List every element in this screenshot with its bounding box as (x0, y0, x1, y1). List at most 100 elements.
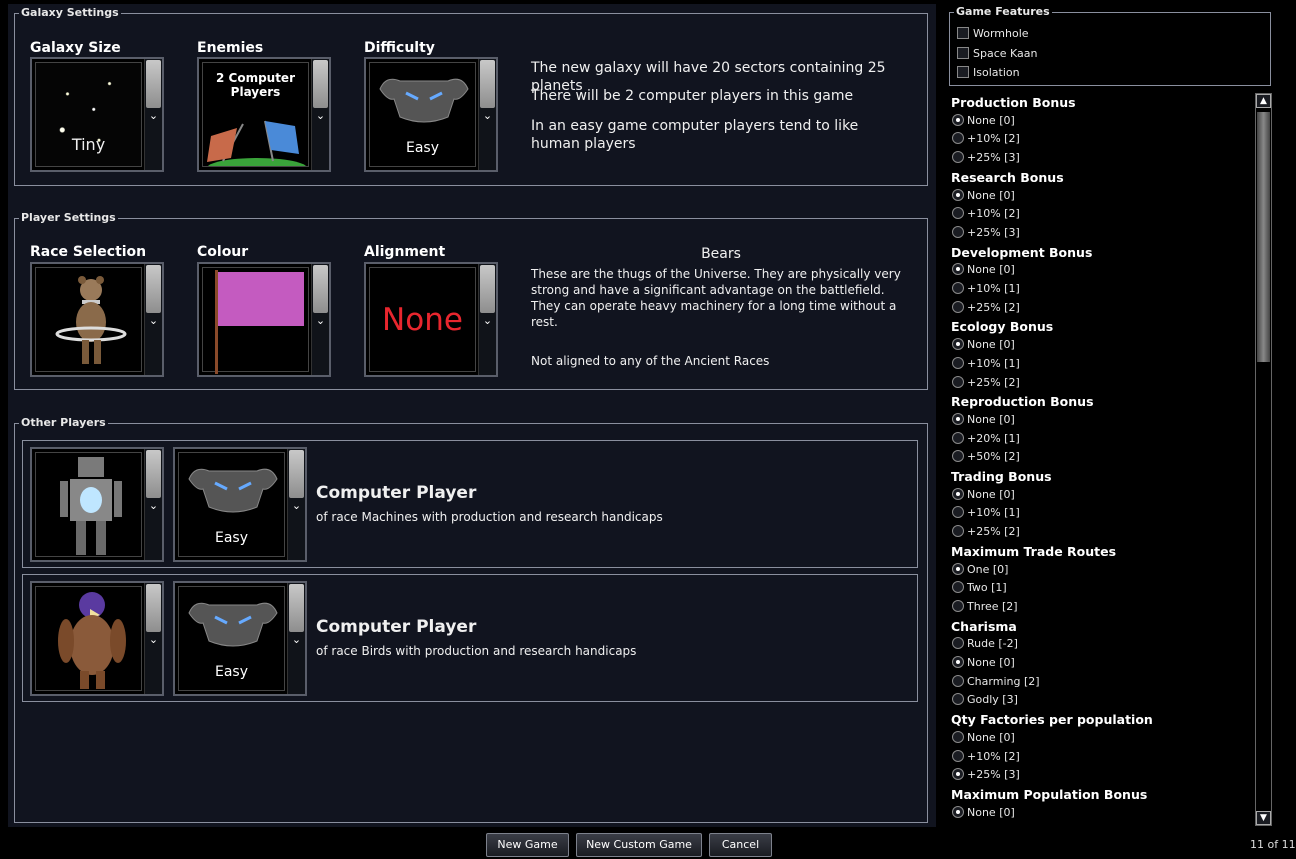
bonus-option[interactable]: +25% [2] (952, 375, 1020, 389)
bonus-option[interactable]: +50% [2] (952, 450, 1020, 463)
bonus-option[interactable]: +10% [2] (952, 749, 1020, 763)
radio-button[interactable] (952, 768, 964, 781)
radio-button[interactable] (952, 599, 964, 612)
player1-difficulty-selector[interactable]: Easy ⌄ (173, 447, 307, 562)
enemies-dropdown[interactable]: ⌄ (311, 59, 329, 170)
radio-button[interactable] (952, 674, 964, 687)
radio-button[interactable] (952, 749, 964, 762)
colour-dropdown[interactable]: ⌄ (311, 264, 329, 375)
radio-button[interactable] (952, 132, 964, 145)
option-label: +50% [2] (967, 450, 1020, 464)
chevron-down-icon: ⌄ (148, 314, 159, 327)
bonus-option[interactable]: None [0] (952, 113, 1015, 127)
radio-button[interactable] (952, 487, 964, 500)
race-selector[interactable]: ⌄ (30, 262, 164, 377)
bonus-option[interactable]: None [0] (952, 188, 1015, 202)
dropdown-thumb (480, 265, 495, 313)
colour-selector[interactable]: ⌄ (197, 262, 331, 377)
radio-button[interactable] (952, 431, 964, 444)
galaxy-size-selector[interactable]: Tiny ⌄ (30, 57, 164, 172)
feature-label: Isolation (973, 66, 1020, 79)
bonus-option[interactable]: +10% [1] (952, 282, 1020, 295)
scroll-thumb[interactable] (1257, 112, 1270, 362)
feature-isolation[interactable]: Isolation (957, 66, 1020, 79)
bonus-option[interactable]: Rude [-2] (952, 637, 1018, 650)
radio-button[interactable] (952, 525, 964, 538)
bonus-option[interactable]: +25% [3] (952, 768, 1020, 781)
radio-button[interactable] (952, 656, 964, 668)
bonus-option[interactable]: None [0] (952, 805, 1015, 819)
checkbox[interactable] (957, 66, 969, 78)
radio-button[interactable] (952, 506, 964, 519)
race-dropdown[interactable]: ⌄ (144, 264, 162, 375)
feature-wormhole[interactable]: Wormhole (957, 27, 1029, 40)
bonus-option[interactable]: +10% [2] (952, 132, 1020, 145)
radio-button[interactable] (952, 300, 964, 313)
arrow-up-icon[interactable]: ▲ (1256, 94, 1271, 108)
radio-button[interactable] (952, 805, 964, 818)
radio-button[interactable] (952, 338, 964, 351)
difficulty-selector[interactable]: Easy ⌄ (364, 57, 498, 172)
options-scrollbar[interactable]: ▲ ▼ (1255, 93, 1272, 826)
radio-button[interactable] (952, 581, 964, 594)
player1-race-dropdown[interactable]: ⌄ (144, 449, 162, 560)
bonus-option[interactable]: +25% [2] (952, 300, 1020, 314)
bonus-option[interactable]: Three [2] (952, 599, 1018, 613)
radio-button[interactable] (952, 450, 964, 463)
new-game-button[interactable]: New Game (486, 833, 569, 857)
player2-difficulty-dropdown[interactable]: ⌄ (287, 583, 305, 694)
bonus-option[interactable]: None [0] (952, 487, 1015, 501)
player2-title: Computer Player (316, 617, 477, 637)
bonus-option[interactable]: Two [1] (952, 581, 1007, 594)
galaxy-size-dropdown[interactable]: ⌄ (144, 59, 162, 170)
radio-button[interactable] (952, 730, 964, 743)
difficulty-dropdown[interactable]: ⌄ (478, 59, 496, 170)
alignment-selector[interactable]: None ⌄ (364, 262, 498, 377)
player1-race-selector[interactable]: ⌄ (30, 447, 164, 562)
radio-button[interactable] (952, 113, 964, 126)
radio-button[interactable] (952, 151, 964, 164)
bonus-option[interactable]: None [0] (952, 730, 1015, 744)
radio-button[interactable] (952, 188, 964, 201)
bonus-option[interactable]: None [0] (952, 412, 1015, 426)
player2-race-dropdown[interactable]: ⌄ (144, 583, 162, 694)
galaxy-starfield-image: Tiny (35, 62, 142, 167)
option-label: +10% [1] (967, 506, 1020, 520)
player2-difficulty-selector[interactable]: Easy ⌄ (173, 581, 307, 696)
bonus-option[interactable]: Godly [3] (952, 693, 1018, 706)
radio-button[interactable] (952, 562, 964, 575)
bonus-option[interactable]: +25% [2] (952, 525, 1020, 538)
checkbox[interactable] (957, 47, 969, 59)
bonus-option[interactable]: +10% [1] (952, 506, 1020, 519)
checkbox[interactable] (957, 27, 969, 39)
arrow-down-icon[interactable]: ▼ (1256, 811, 1271, 825)
bonus-option[interactable]: +25% [3] (952, 151, 1020, 164)
bonus-option[interactable]: +20% [1] (952, 431, 1020, 445)
enemies-selector[interactable]: 2 Computer Players ⌄ (197, 57, 331, 172)
radio-button[interactable] (952, 356, 964, 369)
bonus-option[interactable]: +10% [2] (952, 207, 1020, 220)
radio-button[interactable] (952, 375, 964, 388)
player2-description: of race Birds with production and resear… (316, 644, 637, 658)
radio-button[interactable] (952, 282, 964, 294)
player1-difficulty-dropdown[interactable]: ⌄ (287, 449, 305, 560)
bonus-option[interactable]: None [0] (952, 263, 1015, 276)
flags-icon (207, 120, 306, 166)
radio-button[interactable] (952, 693, 964, 706)
feature-space-kaan[interactable]: Space Kaan (957, 47, 1038, 60)
radio-button[interactable] (952, 207, 964, 220)
bonus-option[interactable]: Charming [2] (952, 674, 1040, 688)
radio-button[interactable] (952, 412, 964, 425)
bonus-option[interactable]: One [0] (952, 562, 1008, 576)
player2-race-selector[interactable]: ⌄ (30, 581, 164, 696)
radio-button[interactable] (952, 637, 964, 650)
cancel-button[interactable]: Cancel (709, 833, 772, 857)
radio-button[interactable] (952, 225, 964, 238)
bonus-option[interactable]: None [0] (952, 338, 1015, 351)
alignment-dropdown[interactable]: ⌄ (478, 264, 496, 375)
bonus-option[interactable]: +25% [3] (952, 225, 1020, 239)
bonus-option[interactable]: +10% [1] (952, 356, 1020, 370)
new-custom-game-button[interactable]: New Custom Game (576, 833, 702, 857)
radio-button[interactable] (952, 263, 964, 276)
bonus-option[interactable]: None [0] (952, 656, 1015, 669)
